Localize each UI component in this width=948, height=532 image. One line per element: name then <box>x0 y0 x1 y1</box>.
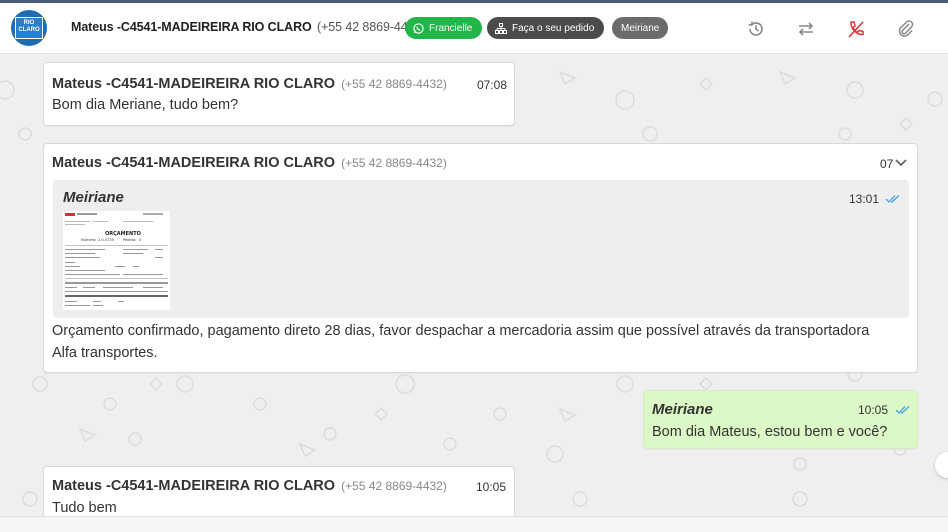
message-sender: Meiriane <box>652 401 713 418</box>
document-preview-icon: ORÇAMENTO Número: 2.0.5735 Pedido: 0 <box>65 213 168 306</box>
contact-avatar[interactable]: RIO CLARO <box>11 10 47 46</box>
sender-name: Mateus -C4541-MADEIREIRA RIO CLARO <box>52 155 336 171</box>
quoted-message[interactable]: Meiriane 13:01 ORÇAMENTO Número: 2.0.573… <box>53 180 909 318</box>
message-sender: Mateus -C4541-MADEIREIRA RIO CLARO (+55 … <box>52 478 447 494</box>
hangup-icon[interactable] <box>846 19 866 39</box>
sender-name: Mateus -C4541-MADEIREIRA RIO CLARO <box>52 76 336 92</box>
whatsapp-agent-label: Francielle <box>429 22 473 34</box>
message-sender: Mateus -C4541-MADEIREIRA RIO CLARO (+55 … <box>52 155 447 171</box>
document-title: ORÇAMENTO <box>105 231 141 237</box>
sitemap-icon <box>495 22 507 34</box>
message-outgoing[interactable]: Meiriane 10:05 Bom dia Mateus, estou bem… <box>643 390 918 449</box>
transfer-icon[interactable] <box>796 19 816 39</box>
document-thumbnail[interactable]: ORÇAMENTO Número: 2.0.5735 Pedido: 0 <box>63 211 170 310</box>
chat-header: RIO CLARO Mateus -C4541-MADEIREIRA RIO C… <box>0 3 948 54</box>
attach-icon[interactable] <box>896 19 916 39</box>
order-tag-label: Faça o seu pedido <box>512 22 595 34</box>
sender-phone: (+55 42 8869-4432) <box>341 156 447 170</box>
whatsapp-agent-tag[interactable]: Francielle <box>405 17 483 39</box>
message-incoming[interactable]: Mateus -C4541-MADEIREIRA RIO CLARO (+55 … <box>43 62 515 126</box>
document-order-number: 0 <box>139 238 142 242</box>
read-receipt-icon <box>885 194 900 204</box>
quoted-time: 13:01 <box>849 192 880 206</box>
message-time: 07:08 <box>477 78 508 92</box>
document-order-label: Pedido: <box>123 238 136 242</box>
whatsapp-icon <box>413 22 424 34</box>
assignee-tag[interactable]: Meiriane <box>612 17 669 39</box>
message-incoming[interactable]: Mateus -C4541-MADEIREIRA RIO CLARO (+55 … <box>43 466 515 516</box>
message-text: Bom dia Meriane, tudo bem? <box>52 97 239 113</box>
message-time: 10:05 <box>476 480 507 494</box>
read-receipt-icon <box>895 405 910 415</box>
message-time: 07 <box>880 157 894 171</box>
message-time: 10:05 <box>858 403 889 417</box>
document-number: 2.0.5735 <box>98 238 114 242</box>
message-incoming-reply[interactable]: Mateus -C4541-MADEIREIRA RIO CLARO (+55 … <box>43 143 918 373</box>
sender-phone: (+55 42 8869-4432) <box>341 77 447 91</box>
sender-phone: (+55 42 8869-4432) <box>341 479 447 493</box>
document-number-label: Número: <box>81 238 97 242</box>
message-text: Orçamento confirmado, pagamento direto 2… <box>52 323 870 361</box>
avatar-logo-text: RIO CLARO <box>15 17 43 39</box>
message-text: Bom dia Mateus, estou bem e você? <box>652 424 888 440</box>
contact-title: Mateus -C4541-MADEIREIRA RIO CLARO (+55 … <box>71 20 425 34</box>
order-tag[interactable]: Faça o seu pedido <box>487 17 605 39</box>
assignee-tag-label: Meiriane <box>621 22 660 34</box>
composer-bar <box>0 516 948 532</box>
history-icon[interactable] <box>746 19 766 39</box>
quoted-author: Meiriane <box>63 189 124 206</box>
message-text: Tudo bem <box>52 500 117 516</box>
chevron-down-icon[interactable] <box>895 158 907 168</box>
message-sender: Mateus -C4541-MADEIREIRA RIO CLARO (+55 … <box>52 76 447 92</box>
chat-panel: Mateus -C4541-MADEIREIRA RIO CLARO (+55 … <box>0 54 948 516</box>
sender-name: Mateus -C4541-MADEIREIRA RIO CLARO <box>52 478 336 494</box>
contact-name: Mateus -C4541-MADEIREIRA RIO CLARO <box>71 20 312 34</box>
